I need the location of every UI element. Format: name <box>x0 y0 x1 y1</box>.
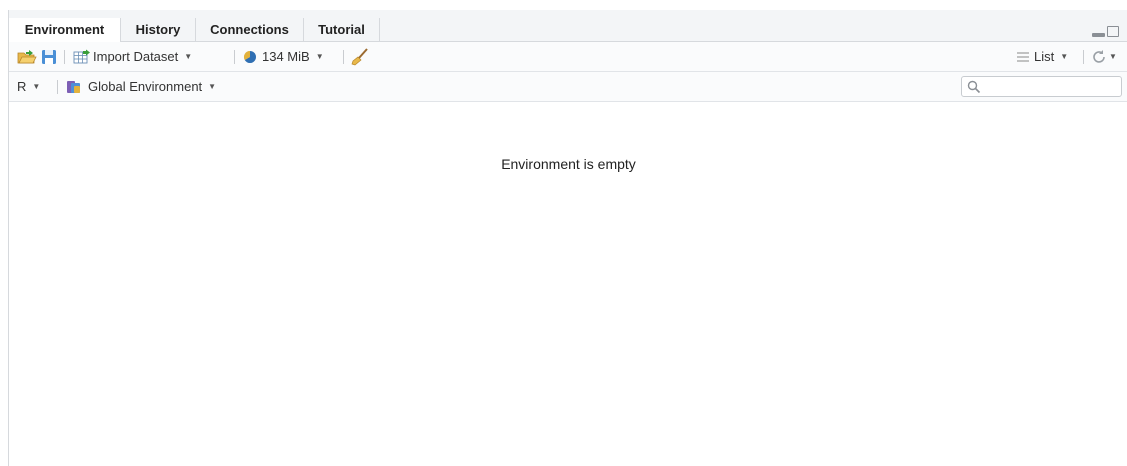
search-icon <box>967 80 981 94</box>
refresh-button[interactable]: ▼ <box>1091 42 1117 71</box>
environment-label: Global Environment <box>88 79 203 94</box>
toolbar-separator <box>343 50 344 64</box>
broom-icon <box>351 47 368 65</box>
save-workspace-button[interactable] <box>41 42 57 71</box>
toolbar-separator <box>57 80 58 94</box>
toolbar-separator <box>1083 50 1084 64</box>
import-dataset-icon <box>73 49 90 63</box>
view-mode-button[interactable]: List ▼ <box>1017 42 1068 71</box>
language-label: R <box>17 79 27 94</box>
load-workspace-button[interactable] <box>17 42 37 71</box>
memory-pie-icon <box>243 50 256 63</box>
chevron-down-icon: ▼ <box>315 52 324 61</box>
clear-workspace-button[interactable] <box>351 42 369 71</box>
toolbar-separator <box>234 50 235 64</box>
tab-tutorial[interactable]: Tutorial <box>304 18 380 42</box>
tab-history[interactable]: History <box>121 18 196 42</box>
search-input[interactable] <box>961 76 1122 97</box>
save-icon <box>42 49 56 64</box>
memory-label: 134 MiB <box>262 49 310 64</box>
empty-environment-message: Environment is empty <box>501 156 636 172</box>
chevron-down-icon: ▼ <box>184 52 193 61</box>
import-dataset-label: Import Dataset <box>93 49 179 64</box>
chevron-down-icon: ▼ <box>1109 52 1117 61</box>
refresh-icon <box>1093 49 1105 63</box>
environment-pane: Environment History Connections Tutorial <box>8 10 1127 466</box>
import-dataset-button[interactable]: Import Dataset ▼ <box>73 42 192 71</box>
minimize-icon[interactable] <box>1092 33 1105 37</box>
environment-selector[interactable]: Global Environment ▼ <box>66 72 216 101</box>
chevron-down-icon: ▼ <box>32 82 41 91</box>
open-folder-icon <box>17 49 37 63</box>
tab-connections[interactable]: Connections <box>196 18 304 42</box>
tab-environment[interactable]: Environment <box>9 18 121 43</box>
r-env-icon <box>67 80 80 93</box>
pane-tab-bar: Environment History Connections Tutorial <box>9 10 1127 43</box>
language-selector[interactable]: R ▼ <box>17 72 40 101</box>
memory-usage-button[interactable]: 134 MiB ▼ <box>243 42 324 71</box>
list-lines-icon <box>1017 52 1029 61</box>
view-mode-label: List <box>1034 49 1055 64</box>
maximize-icon[interactable] <box>1107 26 1119 37</box>
environment-selector-bar: R ▼ Global Environment ▼ <box>9 72 1127 102</box>
chevron-down-icon: ▼ <box>1060 52 1069 61</box>
environment-toolbar: Import Dataset ▼ 134 MiB ▼ List ▼ ▼ <box>9 42 1127 72</box>
chevron-down-icon: ▼ <box>208 82 217 91</box>
toolbar-separator <box>64 50 65 64</box>
